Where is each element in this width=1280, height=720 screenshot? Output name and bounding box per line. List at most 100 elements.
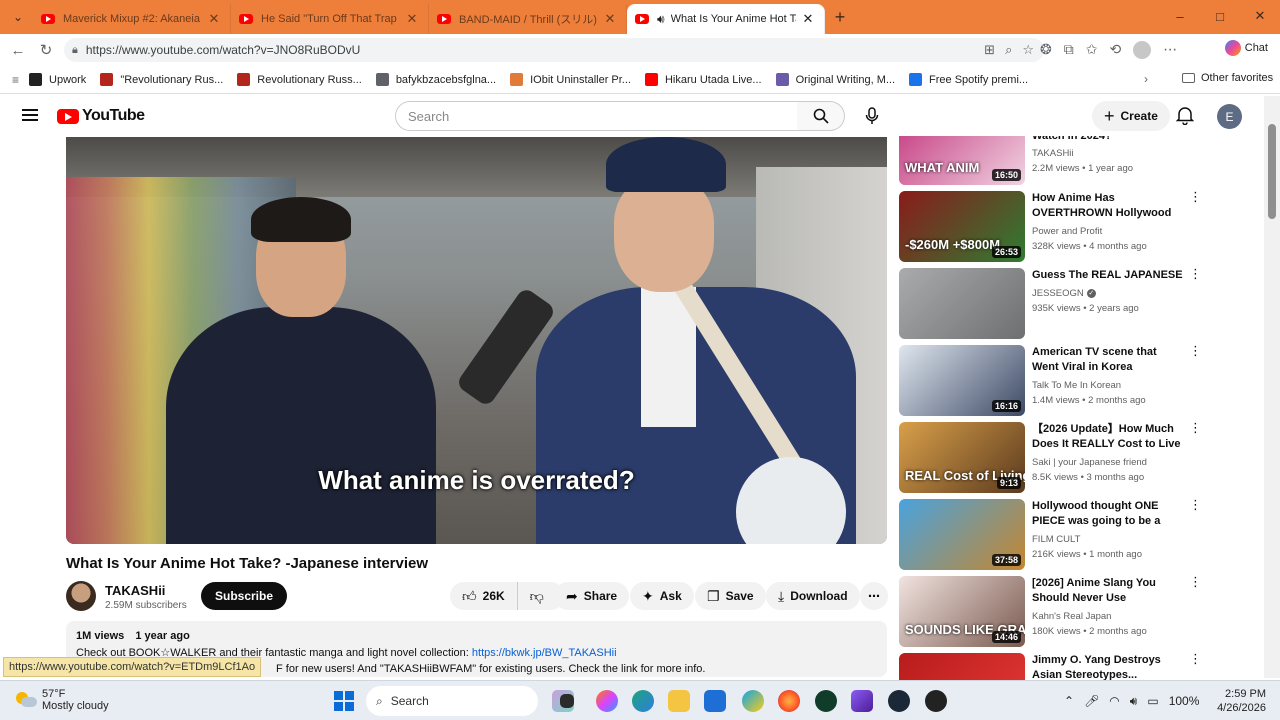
bookmark-item[interactable]: Upwork <box>29 73 86 86</box>
notifications-button[interactable] <box>1175 105 1195 128</box>
edge-browser-icon[interactable] <box>632 690 654 712</box>
recommended-video[interactable]: REAL Cost of Living in Japa9:13【2026 Upd… <box>899 421 1202 494</box>
steam-icon[interactable] <box>888 690 910 712</box>
bookmark-item[interactable]: bafykbzacebsfglna... <box>375 73 496 86</box>
bookmark-item[interactable]: Original Writing, M... <box>775 73 895 86</box>
video-thumbnail[interactable] <box>899 268 1025 339</box>
file-explorer-icon[interactable] <box>668 690 690 712</box>
recommended-video[interactable]: -$260M +$800M 26:53 How Anime Has OVERTHRO… <box>899 190 1202 263</box>
microsoft-store-icon[interactable] <box>704 690 726 712</box>
recommended-title[interactable]: 【2026 Update】How Much Does It REALLY Cos… <box>1032 422 1184 452</box>
firefox-icon[interactable] <box>778 690 800 712</box>
recommended-channel[interactable]: JESSEOGN ✓ <box>1032 288 1096 299</box>
guide-menu-icon[interactable] <box>22 109 38 121</box>
site-info-icon[interactable]: 🔒︎ <box>72 44 78 57</box>
tab-actions-menu-button[interactable]: ⌄ <box>3 4 33 30</box>
download-button[interactable]: ⤓ Download <box>766 582 860 610</box>
video-thumbnail[interactable]: WHAT ANIM 16:50 <box>899 136 1025 185</box>
split-screen-icon[interactable]: ⧉ <box>1064 41 1074 59</box>
description-link[interactable]: https://bkwk.jp/BW_TAKASHii <box>472 647 617 659</box>
dislike-button[interactable]: 👎︎ <box>518 588 556 605</box>
browser-tab[interactable]: BAND-MAID / Thrill (スリル) (Official ✕ <box>429 4 627 34</box>
video-thumbnail[interactable]: SOUNDS LIKE GRANDMA JAPAN14:46 <box>899 576 1025 647</box>
taskbar-clock[interactable]: 2:59 PM 4/26/2026 <box>1214 687 1266 715</box>
recommended-title[interactable]: Guess The REAL JAPANESE <box>1032 268 1184 283</box>
recommended-channel[interactable]: Saki | your Japanese friend <box>1032 457 1147 468</box>
other-favorites-folder[interactable]: Other favorites <box>1182 72 1273 84</box>
close-window-button[interactable]: ✕ <box>1240 0 1280 32</box>
recommended-video[interactable]: Guess The REAL JAPANESE JESSEOGN ✓ 935K vie… <box>899 267 1202 340</box>
volume-icon[interactable]: 🔊︎ <box>1130 694 1138 709</box>
more-options-icon[interactable]: ⋮ <box>1189 421 1202 434</box>
recommended-title[interactable]: Hollywood thought ONE PIECE was going to… <box>1032 499 1184 529</box>
bookmark-item[interactable]: Hikaru Utada Live... <box>644 73 762 86</box>
favorite-star-icon[interactable]: ☆ <box>1022 42 1034 58</box>
more-options-icon[interactable]: ⋮ <box>1189 498 1202 511</box>
history-icon[interactable]: ⟲ <box>1109 41 1121 59</box>
battery-icon[interactable]: ▭ <box>1147 694 1158 708</box>
browser-tab[interactable]: Maverick Mixup #2: Akaneia Build ✕ <box>33 4 231 34</box>
more-options-icon[interactable]: ⋮ <box>1189 267 1202 280</box>
channel-avatar[interactable] <box>66 581 96 611</box>
video-thumbnail[interactable]: 37:58 <box>899 499 1025 570</box>
video-thumbnail[interactable]: -$260M +$800M 26:53 <box>899 191 1025 262</box>
copilot-app-icon[interactable] <box>596 690 618 712</box>
taskbar-search[interactable]: ⌕ Search <box>366 686 538 716</box>
minimize-button[interactable]: – <box>1160 0 1200 32</box>
bookmark-item[interactable]: Free Spotify premi... <box>909 73 1028 86</box>
more-options-icon[interactable]: ⋮ <box>1189 575 1202 588</box>
recommended-channel[interactable]: Power and Profit <box>1032 226 1102 237</box>
pen-app-icon[interactable] <box>851 690 873 712</box>
maximize-button[interactable]: □ <box>1200 0 1240 32</box>
ask-button[interactable]: ✦ Ask <box>630 582 694 610</box>
recommended-title[interactable]: Jimmy O. Yang Destroys Asian Stereotypes… <box>1032 653 1184 683</box>
reload-button[interactable]: ↻ <box>32 41 60 59</box>
more-menu-icon[interactable]: ⋯ <box>1163 41 1177 59</box>
browser-tab[interactable]: 🔊︎ What Is Your Anime Hot Take? -Ja ✕ <box>627 4 825 34</box>
copilot-chat-button[interactable]: Chat <box>1224 40 1268 56</box>
bookmark-item[interactable]: IObit Uninstaller Pr... <box>510 73 631 86</box>
save-button[interactable]: ❐ Save <box>695 582 766 610</box>
address-bar[interactable]: 🔒︎ https://www.youtube.com/watch?v=JNO8R… <box>64 38 1044 62</box>
account-avatar[interactable]: E <box>1217 104 1242 129</box>
create-button[interactable]: + Create <box>1092 101 1170 131</box>
recommended-video[interactable]: SOUNDS LIKE GRANDMA JAPAN14:46[2026] Ani… <box>899 575 1202 648</box>
extensions-icon[interactable]: ❂ <box>1040 41 1052 59</box>
page-scrollbar[interactable] <box>1264 96 1280 678</box>
wifi-icon[interactable]: ◠ <box>1109 694 1119 708</box>
photos-app-icon[interactable] <box>742 690 764 712</box>
new-tab-button[interactable]: + <box>825 7 855 28</box>
close-tab-icon[interactable]: ✕ <box>206 11 222 27</box>
search-input[interactable]: Search <box>395 101 798 131</box>
search-button[interactable] <box>797 101 845 131</box>
start-button[interactable] <box>334 691 354 711</box>
share-button[interactable]: ➦ Share <box>554 582 630 610</box>
bookmark-item[interactable]: "Revolutionary Rus... <box>100 73 223 86</box>
youtube-logo[interactable]: YouTube <box>57 107 145 125</box>
recommended-video[interactable]: 37:58 Hollywood thought ONE PIECE was goi… <box>899 498 1202 571</box>
recommended-channel[interactable]: TAKASHii <box>1032 148 1074 159</box>
favorites-icon[interactable]: ✩ <box>1086 41 1098 59</box>
recommended-title[interactable]: [2026] Anime Slang You Should Never Use <box>1032 576 1184 606</box>
more-options-icon[interactable]: ⋮ <box>1189 344 1202 357</box>
voice-search-button[interactable] <box>858 102 886 130</box>
zoom-icon[interactable]: ⌕ <box>1005 42 1012 58</box>
back-button[interactable]: ← <box>4 42 32 59</box>
browser-tab[interactable]: He Said "Turn Off That Trap Beat" ✕ <box>231 4 429 34</box>
recommended-title[interactable]: How Anime Has OVERTHROWN Hollywood (And … <box>1032 191 1184 221</box>
bookmark-item[interactable]: Revolutionary Russ... <box>237 73 362 86</box>
task-view-icon[interactable] <box>560 694 574 708</box>
channel-name[interactable]: TAKASHii <box>105 583 165 598</box>
show-hidden-icons-icon[interactable]: ⌃ <box>1064 694 1074 708</box>
microphone-tray-icon[interactable]: 🎤︎ <box>1084 694 1099 708</box>
more-actions-button[interactable]: ⋯ <box>860 582 888 610</box>
scrollbar-thumb[interactable] <box>1268 124 1276 219</box>
more-options-icon[interactable]: ⋮ <box>1189 652 1202 665</box>
recommended-video[interactable]: 16:16 American TV scene that Went Viral i… <box>899 344 1202 417</box>
recommended-channel[interactable]: Talk To Me In Korean <box>1032 380 1121 391</box>
recommended-title[interactable]: American TV scene that Went Viral in Kor… <box>1032 345 1184 375</box>
subscribe-button[interactable]: Subscribe <box>201 582 288 610</box>
video-thumbnail[interactable]: REAL Cost of Living in Japa9:13 <box>899 422 1025 493</box>
more-bookmarks-icon[interactable]: › <box>1144 72 1148 86</box>
recommended-channel[interactable]: Kahn's Real Japan <box>1032 611 1111 622</box>
